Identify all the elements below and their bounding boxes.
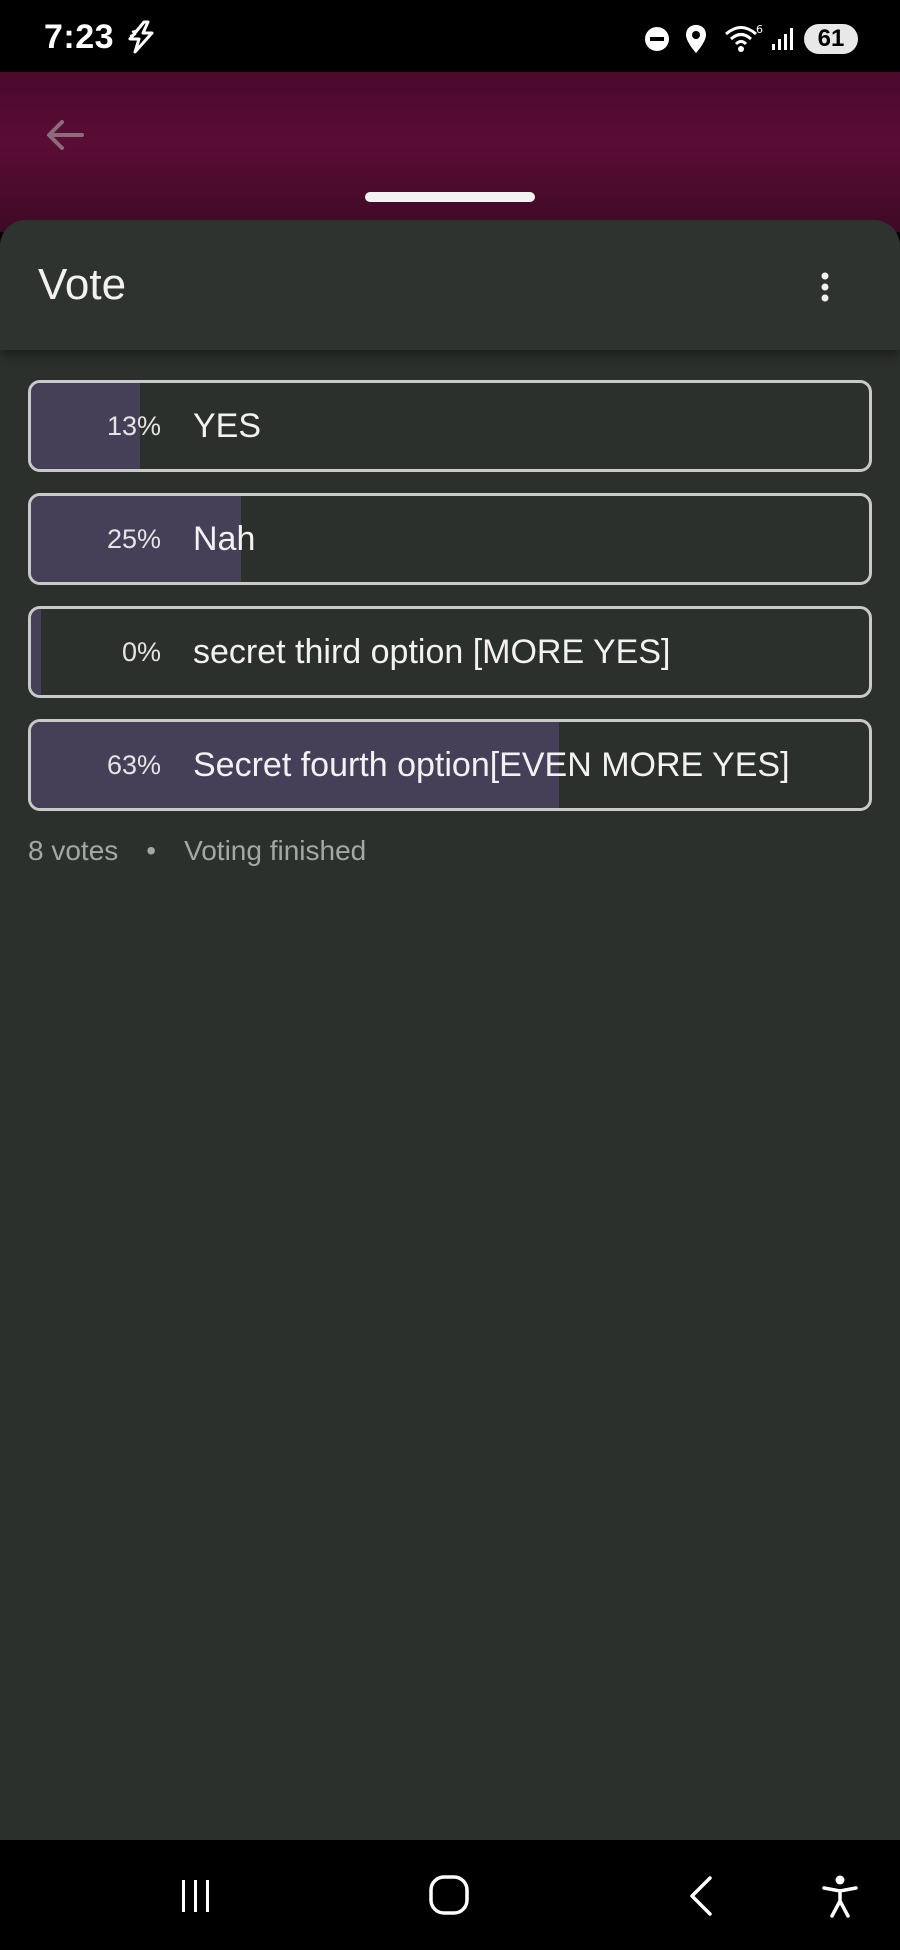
accessibility-icon[interactable] — [820, 1874, 860, 1918]
poll-status: Voting finished — [184, 835, 367, 866]
status-bar: 7:23 6 61 — [0, 0, 900, 72]
option-percent: 63% — [106, 750, 161, 780]
poll-options: 13% YES 25% Nah 0% secret third option [… — [28, 380, 872, 832]
back-arrow-icon[interactable] — [42, 112, 88, 158]
recent-apps-icon[interactable] — [176, 1876, 216, 1916]
option-percent: 25% — [106, 524, 161, 554]
poll-option[interactable]: 13% YES — [28, 380, 872, 472]
option-label: Secret fourth option[EVEN MORE YES] — [193, 746, 790, 784]
vote-count: 8 votes — [28, 835, 119, 866]
more-vert-icon[interactable] — [808, 270, 842, 304]
signal-icon — [772, 28, 793, 50]
location-icon — [686, 25, 706, 53]
poll-option[interactable]: 63% Secret fourth option[EVEN MORE YES] — [28, 719, 872, 811]
home-icon[interactable] — [428, 1874, 470, 1916]
sheet-drag-handle[interactable] — [365, 192, 535, 202]
status-icons: 6 61 — [640, 16, 900, 56]
option-percent: 0% — [121, 637, 161, 667]
back-icon[interactable] — [686, 1874, 716, 1918]
poll-meta: 8 votes • Voting finished — [28, 835, 366, 867]
option-label: secret third option [MORE YES] — [193, 633, 671, 671]
system-nav-bar — [0, 1840, 900, 1950]
do-not-disturb-icon — [645, 27, 669, 51]
poll-option[interactable]: 25% Nah — [28, 493, 872, 585]
bolt-icon — [128, 20, 154, 54]
option-percent: 13% — [106, 411, 161, 441]
option-label: Nah — [193, 520, 256, 558]
meta-separator: • — [146, 835, 157, 866]
sheet-title: Vote — [38, 260, 127, 309]
battery-badge: 61 — [804, 24, 858, 54]
wifi-icon: 6 — [725, 23, 763, 52]
sheet-header: Vote — [0, 220, 900, 350]
svg-text:6: 6 — [756, 23, 763, 36]
poll-sheet: Vote 13% YES 25% Nah 0% secret third opt… — [0, 220, 900, 1840]
option-label: YES — [193, 407, 262, 445]
status-time: 7:23 — [44, 18, 115, 56]
app-backdrop — [0, 72, 900, 232]
poll-option[interactable]: 0% secret third option [MORE YES] — [28, 606, 872, 698]
